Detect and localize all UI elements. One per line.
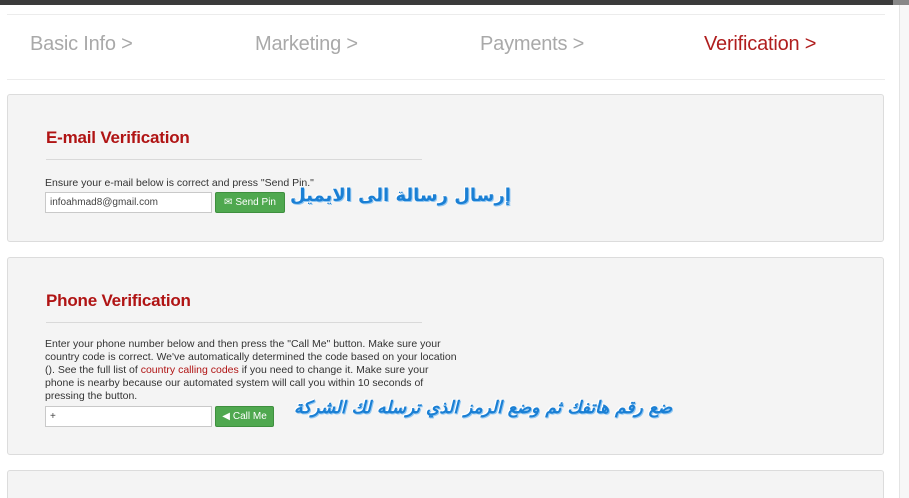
call-me-button[interactable]: ◀ Call Me — [215, 406, 274, 427]
wizard-steps: Basic Info > Marketing > Payments > Veri… — [7, 14, 885, 80]
top-bar — [0, 0, 909, 5]
phone-verification-panel: Phone Verification Enter your phone numb… — [7, 257, 884, 455]
country-codes-link[interactable]: country calling codes — [141, 364, 239, 376]
call-me-label: Call Me — [232, 411, 267, 422]
phone-hint-text: if you need to change it. Make sure your — [238, 364, 429, 376]
megaphone-icon: ◀ — [222, 411, 230, 422]
next-panel — [7, 470, 884, 498]
send-pin-button[interactable]: ✉ Send Pin — [215, 192, 285, 213]
phone-annotation: ضع رقم هاتفك ثم وضع الرمز الذي ترسله لك … — [294, 398, 673, 418]
step-verification[interactable]: Verification > — [704, 33, 816, 56]
email-annotation: إرسال رسالة الى الايميل — [290, 185, 511, 206]
envelope-icon: ✉ — [224, 197, 233, 208]
phone-hint-line: country code is correct. We've automatic… — [45, 351, 457, 363]
phone-field[interactable]: + — [45, 406, 212, 427]
phone-hint-line: phone is nearby because our automated sy… — [45, 377, 424, 389]
step-marketing[interactable]: Marketing > — [255, 33, 358, 56]
phone-verification-title: Phone Verification — [46, 291, 191, 310]
step-payments[interactable]: Payments > — [480, 33, 584, 56]
title-divider — [46, 159, 422, 160]
send-pin-label: Send Pin — [235, 197, 276, 208]
phone-hint: Enter your phone number below and then p… — [45, 338, 485, 403]
email-hint: Ensure your e-mail below is correct and … — [45, 177, 314, 189]
scrollbar[interactable] — [899, 5, 909, 498]
email-field[interactable]: infoahmad8@gmail.com — [45, 192, 212, 213]
title-divider — [46, 322, 422, 323]
phone-hint-line: Enter your phone number below and then p… — [45, 338, 441, 350]
step-basic-info[interactable]: Basic Info > — [30, 33, 133, 56]
phone-hint-line: (). See the full list of country calling… — [45, 364, 485, 377]
phone-hint-text: (). See the full list of — [45, 364, 141, 376]
email-verification-panel: E-mail Verification Ensure your e-mail b… — [7, 94, 884, 242]
email-verification-title: E-mail Verification — [46, 128, 190, 147]
